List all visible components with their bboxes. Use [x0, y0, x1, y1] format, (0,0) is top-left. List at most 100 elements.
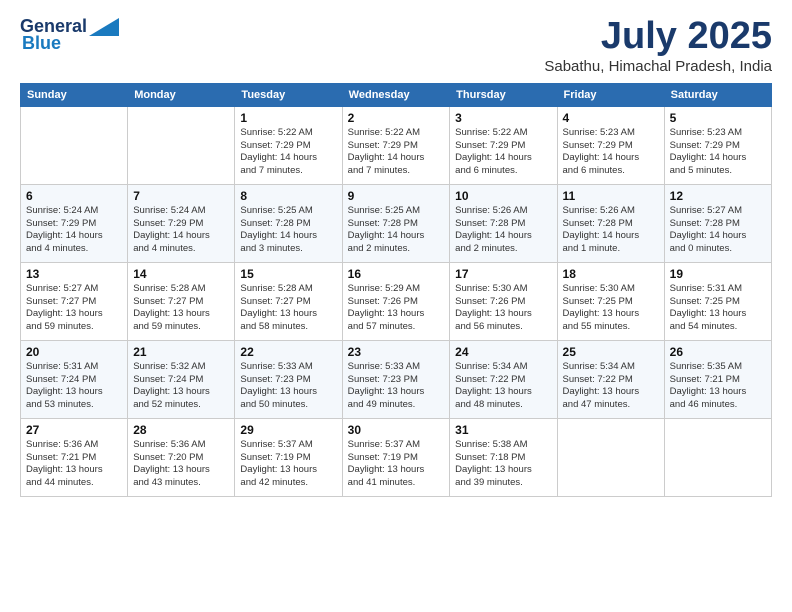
- day-number: 23: [348, 345, 445, 359]
- day-info: Sunrise: 5:31 AM Sunset: 7:25 PM Dayligh…: [670, 283, 766, 334]
- logo-blue: Blue: [22, 33, 61, 54]
- day-info: Sunrise: 5:30 AM Sunset: 7:25 PM Dayligh…: [563, 283, 659, 334]
- day-cell: [21, 106, 128, 184]
- day-info: Sunrise: 5:26 AM Sunset: 7:28 PM Dayligh…: [563, 205, 659, 256]
- month-title: July 2025: [544, 16, 772, 58]
- day-number: 24: [455, 345, 551, 359]
- day-number: 26: [670, 345, 766, 359]
- day-info: Sunrise: 5:35 AM Sunset: 7:21 PM Dayligh…: [670, 361, 766, 412]
- day-cell: 12 Sunrise: 5:27 AM Sunset: 7:28 PM Dayli…: [664, 184, 771, 262]
- weekday-header-wednesday: Wednesday: [342, 83, 450, 106]
- week-row-2: 6 Sunrise: 5:24 AM Sunset: 7:29 PM Daylig…: [21, 184, 772, 262]
- day-number: 7: [133, 189, 229, 203]
- day-info: Sunrise: 5:24 AM Sunset: 7:29 PM Dayligh…: [133, 205, 229, 256]
- weekday-header-saturday: Saturday: [664, 83, 771, 106]
- week-row-4: 20Sunrise: 5:31 AM Sunset: 7:24 PM Dayli…: [21, 340, 772, 418]
- day-cell: 8 Sunrise: 5:25 AM Sunset: 7:28 PM Daylig…: [235, 184, 342, 262]
- day-number: 19: [670, 267, 766, 281]
- day-cell: 3Sunrise: 5:22 AM Sunset: 7:29 PM Daylig…: [450, 106, 557, 184]
- day-number: 18: [563, 267, 659, 281]
- day-number: 5: [670, 111, 766, 125]
- day-number: 15: [240, 267, 336, 281]
- day-info: Sunrise: 5:32 AM Sunset: 7:24 PM Dayligh…: [133, 361, 229, 412]
- day-info: Sunrise: 5:23 AM Sunset: 7:29 PM Dayligh…: [670, 127, 766, 178]
- day-info: Sunrise: 5:34 AM Sunset: 7:22 PM Dayligh…: [455, 361, 551, 412]
- day-number: 13: [26, 267, 122, 281]
- day-info: Sunrise: 5:27 AM Sunset: 7:28 PM Dayligh…: [670, 205, 766, 256]
- header: General Blue July 2025 Sabathu, Himachal…: [20, 16, 772, 75]
- day-cell: 13 Sunrise: 5:27 AM Sunset: 7:27 PM Dayli…: [21, 262, 128, 340]
- day-info: Sunrise: 5:33 AM Sunset: 7:23 PM Dayligh…: [348, 361, 445, 412]
- day-cell: 22 Sunrise: 5:33 AM Sunset: 7:23 PM Dayli…: [235, 340, 342, 418]
- day-cell: [128, 106, 235, 184]
- day-cell: 9Sunrise: 5:25 AM Sunset: 7:28 PM Daylig…: [342, 184, 450, 262]
- day-info: Sunrise: 5:22 AM Sunset: 7:29 PM Dayligh…: [348, 127, 445, 178]
- day-number: 25: [563, 345, 659, 359]
- day-number: 30: [348, 423, 445, 437]
- day-info: Sunrise: 5:27 AM Sunset: 7:27 PM Dayligh…: [26, 283, 122, 334]
- day-cell: 27Sunrise: 5:36 AM Sunset: 7:21 PM Dayli…: [21, 418, 128, 496]
- day-info: Sunrise: 5:24 AM Sunset: 7:29 PM Dayligh…: [26, 205, 122, 256]
- day-cell: 15 Sunrise: 5:28 AM Sunset: 7:27 PM Dayli…: [235, 262, 342, 340]
- day-info: Sunrise: 5:29 AM Sunset: 7:26 PM Dayligh…: [348, 283, 445, 334]
- day-cell: 30 Sunrise: 5:37 AM Sunset: 7:19 PM Dayli…: [342, 418, 450, 496]
- day-cell: [664, 418, 771, 496]
- day-cell: 19 Sunrise: 5:31 AM Sunset: 7:25 PM Dayli…: [664, 262, 771, 340]
- weekday-header-friday: Friday: [557, 83, 664, 106]
- logo-icon: [89, 18, 119, 36]
- day-info: Sunrise: 5:28 AM Sunset: 7:27 PM Dayligh…: [240, 283, 336, 334]
- day-info: Sunrise: 5:37 AM Sunset: 7:19 PM Dayligh…: [348, 439, 445, 490]
- day-cell: 4Sunrise: 5:23 AM Sunset: 7:29 PM Daylig…: [557, 106, 664, 184]
- day-cell: 5 Sunrise: 5:23 AM Sunset: 7:29 PM Daylig…: [664, 106, 771, 184]
- day-number: 14: [133, 267, 229, 281]
- day-number: 12: [670, 189, 766, 203]
- day-number: 28: [133, 423, 229, 437]
- day-number: 16: [348, 267, 445, 281]
- day-cell: 11 Sunrise: 5:26 AM Sunset: 7:28 PM Dayli…: [557, 184, 664, 262]
- day-info: Sunrise: 5:31 AM Sunset: 7:24 PM Dayligh…: [26, 361, 122, 412]
- location-title: Sabathu, Himachal Pradesh, India: [544, 58, 772, 75]
- day-info: Sunrise: 5:22 AM Sunset: 7:29 PM Dayligh…: [240, 127, 336, 178]
- day-cell: 2Sunrise: 5:22 AM Sunset: 7:29 PM Daylig…: [342, 106, 450, 184]
- day-number: 6: [26, 189, 122, 203]
- day-cell: 31Sunrise: 5:38 AM Sunset: 7:18 PM Dayli…: [450, 418, 557, 496]
- day-cell: 7 Sunrise: 5:24 AM Sunset: 7:29 PM Daylig…: [128, 184, 235, 262]
- day-number: 10: [455, 189, 551, 203]
- title-block: July 2025 Sabathu, Himachal Pradesh, Ind…: [544, 16, 772, 75]
- day-number: 1: [240, 111, 336, 125]
- day-number: 21: [133, 345, 229, 359]
- day-cell: 23 Sunrise: 5:33 AM Sunset: 7:23 PM Dayli…: [342, 340, 450, 418]
- day-info: Sunrise: 5:28 AM Sunset: 7:27 PM Dayligh…: [133, 283, 229, 334]
- weekday-header-sunday: Sunday: [21, 83, 128, 106]
- calendar-body: 1 Sunrise: 5:22 AM Sunset: 7:29 PM Daylig…: [21, 106, 772, 496]
- day-number: 11: [563, 189, 659, 203]
- day-info: Sunrise: 5:36 AM Sunset: 7:20 PM Dayligh…: [133, 439, 229, 490]
- day-cell: 16 Sunrise: 5:29 AM Sunset: 7:26 PM Dayli…: [342, 262, 450, 340]
- day-cell: 17Sunrise: 5:30 AM Sunset: 7:26 PM Dayli…: [450, 262, 557, 340]
- page: General Blue July 2025 Sabathu, Himachal…: [0, 0, 792, 612]
- weekday-header-row: SundayMondayTuesdayWednesdayThursdayFrid…: [21, 83, 772, 106]
- logo: General Blue: [20, 16, 119, 54]
- day-number: 29: [240, 423, 336, 437]
- day-cell: 24 Sunrise: 5:34 AM Sunset: 7:22 PM Dayli…: [450, 340, 557, 418]
- day-info: Sunrise: 5:26 AM Sunset: 7:28 PM Dayligh…: [455, 205, 551, 256]
- day-number: 17: [455, 267, 551, 281]
- day-cell: 21 Sunrise: 5:32 AM Sunset: 7:24 PM Dayli…: [128, 340, 235, 418]
- weekday-header-thursday: Thursday: [450, 83, 557, 106]
- week-row-1: 1 Sunrise: 5:22 AM Sunset: 7:29 PM Daylig…: [21, 106, 772, 184]
- day-info: Sunrise: 5:25 AM Sunset: 7:28 PM Dayligh…: [348, 205, 445, 256]
- day-number: 8: [240, 189, 336, 203]
- calendar-table: SundayMondayTuesdayWednesdayThursdayFrid…: [20, 83, 772, 497]
- week-row-3: 13 Sunrise: 5:27 AM Sunset: 7:27 PM Dayli…: [21, 262, 772, 340]
- day-info: Sunrise: 5:33 AM Sunset: 7:23 PM Dayligh…: [240, 361, 336, 412]
- day-cell: 20Sunrise: 5:31 AM Sunset: 7:24 PM Dayli…: [21, 340, 128, 418]
- day-cell: [557, 418, 664, 496]
- day-info: Sunrise: 5:37 AM Sunset: 7:19 PM Dayligh…: [240, 439, 336, 490]
- day-info: Sunrise: 5:25 AM Sunset: 7:28 PM Dayligh…: [240, 205, 336, 256]
- day-number: 4: [563, 111, 659, 125]
- weekday-header-tuesday: Tuesday: [235, 83, 342, 106]
- day-info: Sunrise: 5:36 AM Sunset: 7:21 PM Dayligh…: [26, 439, 122, 490]
- day-cell: 10 Sunrise: 5:26 AM Sunset: 7:28 PM Dayli…: [450, 184, 557, 262]
- day-number: 22: [240, 345, 336, 359]
- day-cell: 14 Sunrise: 5:28 AM Sunset: 7:27 PM Dayli…: [128, 262, 235, 340]
